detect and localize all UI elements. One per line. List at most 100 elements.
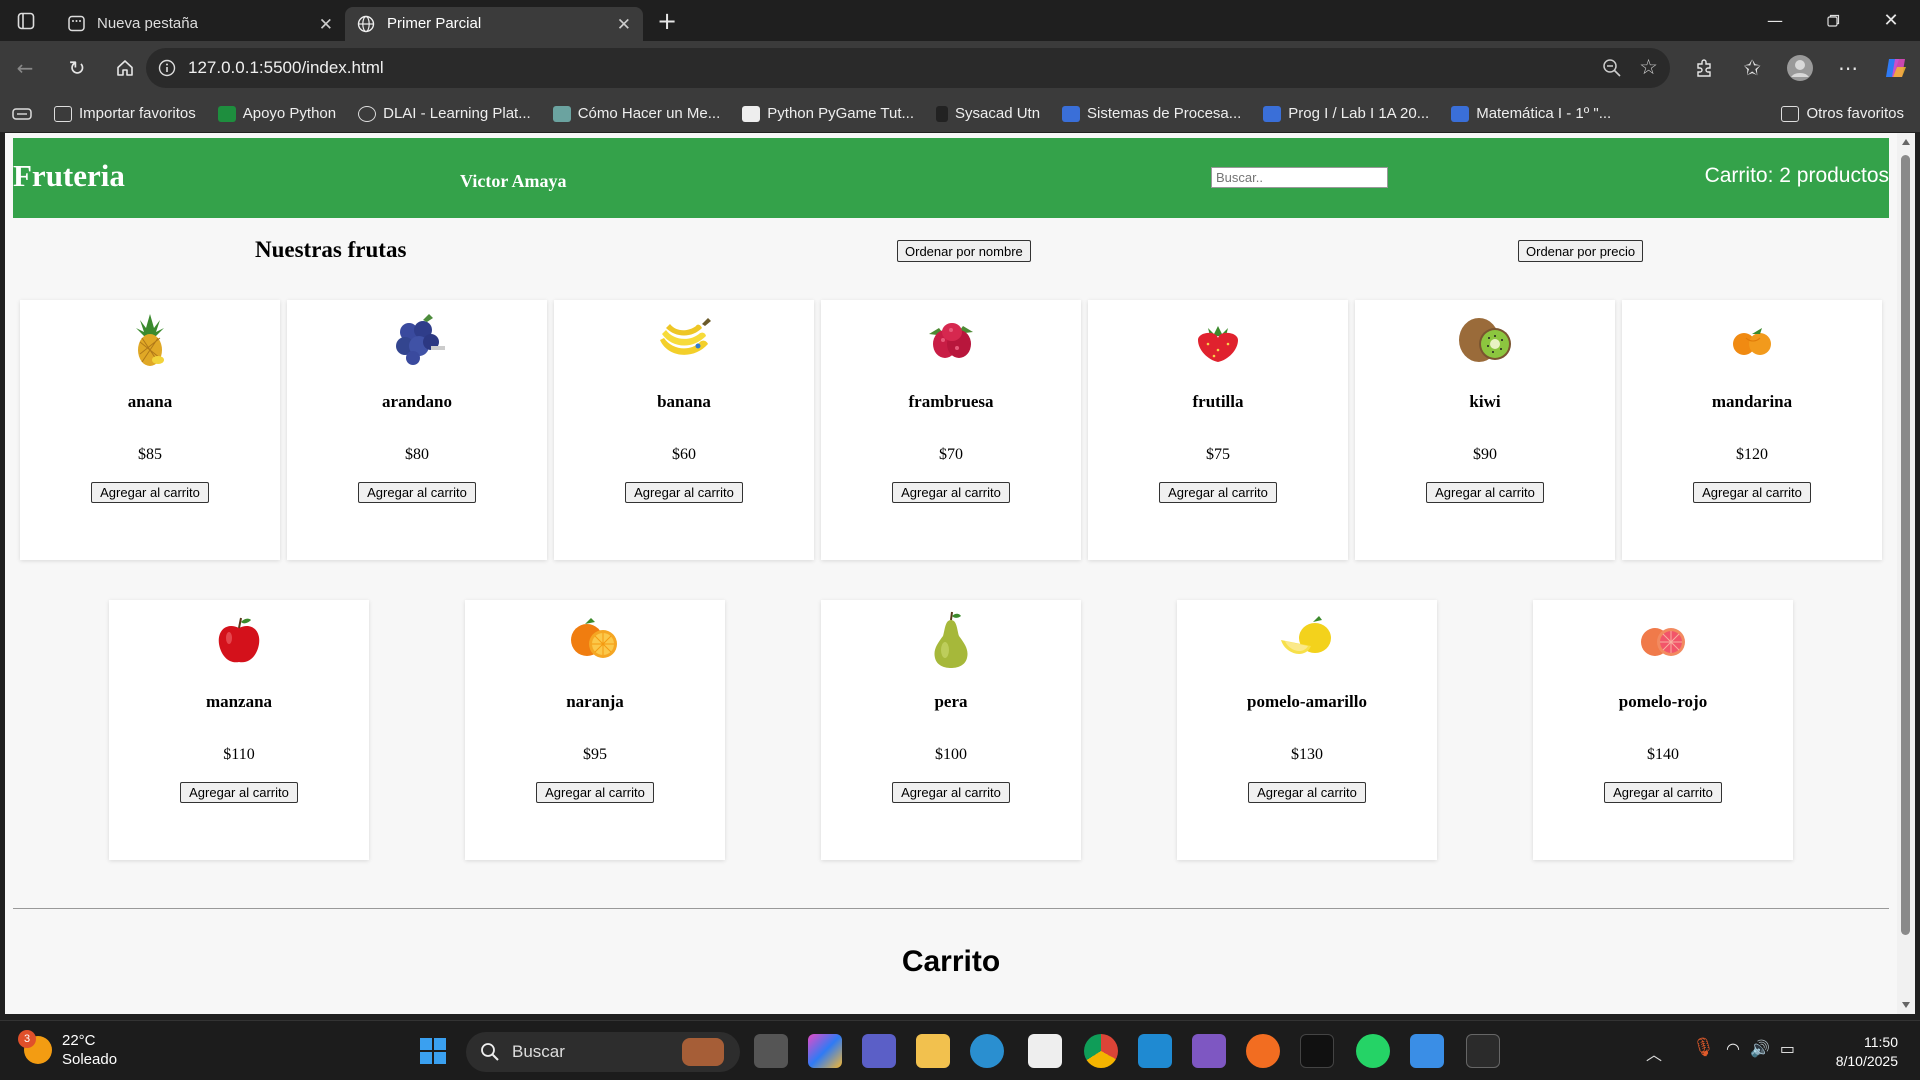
address-bar[interactable]: 127.0.0.1:5500/index.html ☆: [146, 48, 1670, 88]
scroll-down-icon[interactable]: [1902, 1002, 1910, 1008]
sort-by-price-button[interactable]: Ordenar por precio: [1518, 240, 1644, 262]
bookmark-label: Sysacad Utn: [955, 105, 1041, 122]
product-price: $70: [939, 446, 963, 463]
extensions-icon[interactable]: [1686, 50, 1722, 86]
add-to-cart-button[interactable]: Agregar al carrito: [358, 482, 476, 503]
product-card: frambruesa $70 Agregar al carrito: [821, 300, 1081, 560]
teams-icon[interactable]: [862, 1034, 896, 1068]
toolbar-right: ✩ ⋯: [1686, 48, 1914, 88]
product-name: anana: [127, 392, 173, 411]
file-explorer-icon[interactable]: [916, 1034, 950, 1068]
taskbar-search[interactable]: Buscar: [466, 1032, 740, 1072]
close-tab-icon[interactable]: ✕: [617, 15, 631, 35]
scrollbar-thumb[interactable]: [1901, 155, 1910, 935]
battery-icon: ▭: [1779, 1039, 1796, 1058]
bookmark-apoyo-python[interactable]: Apoyo Python: [217, 105, 336, 122]
weather-widget[interactable]: 3 22°C Soleado: [18, 1030, 117, 1069]
chrome-icon[interactable]: [1084, 1034, 1118, 1068]
zoom-icon[interactable]: [1602, 58, 1622, 78]
product-card: kiwi $90 Agregar al carrito: [1355, 300, 1615, 560]
vscode-icon[interactable]: [1138, 1034, 1172, 1068]
bookmark-sysacad[interactable]: Sysacad Utn: [936, 105, 1040, 122]
product-card: pomelo-rojo $140 Agregar al carrito: [1533, 600, 1793, 860]
audio-app-active-icon[interactable]: [1466, 1034, 1500, 1068]
whatsapp-icon[interactable]: [1356, 1034, 1390, 1068]
site-header: Fruteria Victor Amaya Carrito: 2 product…: [13, 138, 1889, 218]
page-scrollbar[interactable]: [1897, 133, 1915, 1014]
tab-new-tab[interactable]: Nueva pestaña ✕: [55, 7, 345, 41]
start-windows-icon[interactable]: [416, 1034, 450, 1068]
add-to-cart-button[interactable]: Agregar al carrito: [892, 782, 1010, 803]
firefox-icon[interactable]: [1246, 1034, 1280, 1068]
visual-studio-icon[interactable]: [1192, 1034, 1226, 1068]
restore-icon[interactable]: [1804, 3, 1862, 39]
wifi-icon: ◠: [1726, 1039, 1740, 1058]
bookmark-matematica[interactable]: Matemática I - 1º "...: [1451, 105, 1611, 122]
tab-actions-icon[interactable]: [8, 3, 44, 39]
add-to-cart-button[interactable]: Agregar al carrito: [1604, 782, 1722, 803]
site-info-icon[interactable]: [158, 59, 176, 77]
close-window-icon[interactable]: ✕: [1862, 3, 1920, 39]
product-price: $85: [138, 446, 162, 463]
url-text: 127.0.0.1:5500/index.html: [188, 58, 384, 77]
add-to-cart-button[interactable]: Agregar al carrito: [892, 482, 1010, 503]
raspberry-icon: [929, 323, 973, 358]
new-tab-button[interactable]: +: [649, 3, 685, 39]
favorites-icon[interactable]: ✩: [1734, 50, 1770, 86]
copilot-app-icon[interactable]: [808, 1034, 842, 1068]
chevron-up-icon[interactable]: ︿: [1646, 1041, 1662, 1065]
task-view-icon[interactable]: [754, 1034, 788, 1068]
search-input[interactable]: [1211, 167, 1388, 188]
tab-primer-parcial[interactable]: Primer Parcial ✕: [345, 6, 643, 41]
add-to-cart-button[interactable]: Agregar al carrito: [1248, 782, 1366, 803]
bookmark-label: Prog I / Lab I 1A 20...: [1288, 105, 1430, 122]
bookmark-prog-lab[interactable]: Prog I / Lab I 1A 20...: [1263, 105, 1429, 122]
microphone-icon[interactable]: 🎙: [1692, 1037, 1715, 1058]
photos-icon[interactable]: [1410, 1034, 1444, 1068]
audio-app-icon[interactable]: [1300, 1034, 1334, 1068]
scroll-up-icon[interactable]: [1902, 139, 1910, 145]
new-tab-page-icon: [67, 15, 85, 33]
bookmark-label: Matemática I - 1º "...: [1476, 105, 1612, 122]
bookmark-dlai[interactable]: DLAI - Learning Plat...: [358, 105, 531, 122]
more-options-icon[interactable]: ⋯: [1830, 50, 1866, 86]
close-tab-icon[interactable]: ✕: [319, 15, 333, 35]
home-icon[interactable]: [107, 50, 143, 86]
add-to-cart-button[interactable]: Agregar al carrito: [180, 782, 298, 803]
add-to-cart-button[interactable]: Agregar al carrito: [536, 782, 654, 803]
product-card: mandarina $120 Agregar al carrito: [1622, 300, 1882, 560]
product-card: arandano $80 Agregar al carrito: [287, 300, 547, 560]
minimize-icon[interactable]: —: [1746, 3, 1804, 39]
microsoft-store-icon[interactable]: [1028, 1034, 1062, 1068]
edge-icon[interactable]: [970, 1034, 1004, 1068]
add-to-cart-button[interactable]: Agregar al carrito: [1693, 482, 1811, 503]
product-card: frutilla $75 Agregar al carrito: [1088, 300, 1348, 560]
bookmark-sistemas[interactable]: Sistemas de Procesa...: [1062, 105, 1241, 122]
reading-mode-icon[interactable]: [12, 106, 32, 122]
bookmark-otros-favoritos[interactable]: Otros favoritos: [1781, 105, 1904, 122]
product-price: $95: [583, 746, 607, 763]
bookmark-label: Sistemas de Procesa...: [1087, 105, 1242, 122]
profile-avatar-icon[interactable]: [1782, 50, 1818, 86]
bookmark-label: Otros favoritos: [1806, 105, 1904, 122]
add-to-cart-button[interactable]: Agregar al carrito: [1426, 482, 1544, 503]
reload-icon[interactable]: ↻: [59, 50, 95, 86]
add-to-cart-button[interactable]: Agregar al carrito: [1159, 482, 1277, 503]
taskbar-clock[interactable]: 11:50 8/10/2025: [1836, 1033, 1898, 1071]
add-to-cart-button[interactable]: Agregar al carrito: [625, 482, 743, 503]
sort-by-name-button[interactable]: Ordenar por nombre: [897, 240, 1031, 262]
bookmark-pygame[interactable]: Python PyGame Tut...: [742, 105, 914, 122]
window-controls: — ✕: [1746, 0, 1920, 41]
cart-count[interactable]: Carrito: 2 productos: [1705, 164, 1889, 188]
add-to-cart-button[interactable]: Agregar al carrito: [91, 482, 209, 503]
bookmark-como-hacer[interactable]: Cómo Hacer un Me...: [552, 105, 720, 122]
copilot-icon[interactable]: [1878, 50, 1914, 86]
favorite-star-icon[interactable]: ☆: [1639, 55, 1658, 80]
bookmark-importar-favoritos[interactable]: Importar favoritos: [54, 105, 196, 122]
pineapple-icon: [136, 314, 164, 366]
product-card: pomelo-amarillo $130 Agregar al carrito: [1177, 600, 1437, 860]
back-icon[interactable]: ←: [7, 50, 43, 86]
sun-icon: 3: [18, 1030, 52, 1064]
page-viewport: Fruteria Victor Amaya Carrito: 2 product…: [5, 133, 1897, 1014]
system-tray[interactable]: ◠ 🔊 ▭: [1726, 1039, 1795, 1058]
